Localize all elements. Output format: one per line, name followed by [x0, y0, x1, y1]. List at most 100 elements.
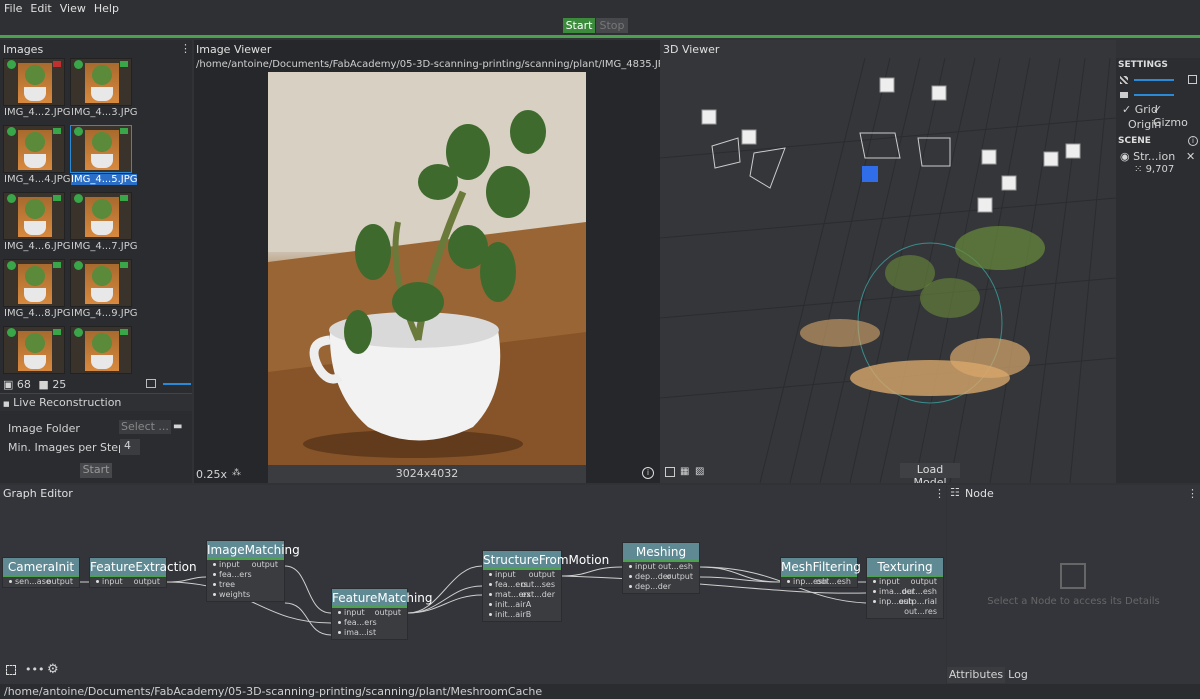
node-featureextraction[interactable]: FeatureExtraction input output	[89, 557, 197, 588]
gear-icon[interactable]: ⚙	[47, 662, 59, 677]
reconstructed-icon	[74, 127, 83, 136]
graph-editor-panel[interactable]: Graph Editor ⋮ CameraInit sen...ase outpu…	[0, 485, 946, 685]
port-label: dep...der	[635, 572, 671, 581]
start-button[interactable]: Start	[563, 18, 595, 33]
image-thumbnail[interactable]	[3, 192, 65, 240]
image-thumbnail[interactable]	[3, 326, 65, 374]
folder-icon[interactable]: ▬	[173, 421, 182, 432]
node-title: CameraInit	[3, 558, 79, 577]
image-thumbnail[interactable]	[3, 125, 65, 173]
reconstructed-icon	[74, 328, 83, 337]
menu-bar: File Edit View Help	[0, 0, 1200, 17]
camera-scale-slider[interactable]	[1134, 94, 1174, 96]
menu-view[interactable]: View	[56, 2, 90, 15]
tab-attributes[interactable]: Attributes	[947, 667, 1005, 683]
image-thumbnail[interactable]	[70, 58, 132, 106]
thumbnail-pot	[24, 288, 46, 302]
node-title: StructureFromMotion	[483, 551, 609, 570]
scene-item[interactable]: ◉ Str...ion	[1120, 150, 1175, 163]
fit-view-icon[interactable]	[1188, 75, 1197, 84]
node-title: Meshing	[623, 543, 699, 562]
min-images-spinbox[interactable]: 4	[120, 439, 140, 455]
port-label: output	[46, 577, 73, 586]
image-thumbnail[interactable]	[3, 259, 65, 307]
node-camerainit[interactable]: CameraInit sen...ase output	[2, 557, 80, 588]
node-structurefrommotion[interactable]: StructureFromMotion input output fea...er…	[482, 550, 609, 622]
node-panel-icon: ☷	[950, 486, 960, 499]
scene-info-icon[interactable]: i	[1188, 136, 1198, 146]
point-size-icon	[1120, 76, 1128, 84]
node-menu-icon[interactable]: ⋮	[1187, 487, 1198, 500]
status-bar: /home/antoine/Documents/FabAcademy/05-3D…	[0, 684, 1200, 699]
load-model-button[interactable]: Load Model	[900, 463, 960, 483]
image-viewer-title: Image Viewer	[196, 43, 272, 56]
port-label: fea...ers	[219, 570, 252, 579]
node-meshing[interactable]: Meshing input out...esh dep...der output d…	[622, 542, 700, 594]
image-folder-label: Image Folder	[8, 422, 80, 435]
image-count: 68	[16, 378, 31, 391]
thumbnail-pot	[24, 154, 46, 168]
fullscreen-icon[interactable]	[665, 467, 675, 477]
thumbnail-pot	[91, 154, 113, 168]
image-path: /home/antoine/Documents/FabAcademy/05-3D…	[196, 59, 672, 70]
image-thumbnail[interactable]	[70, 259, 132, 307]
node-meshfiltering[interactable]: MeshFiltering inp...esh out...esh	[780, 557, 861, 588]
port-label: output	[528, 570, 555, 579]
camera-scale-icon	[1120, 92, 1128, 98]
image-folder-input[interactable]: Select ...	[119, 420, 171, 434]
layout-icon[interactable]: •••	[25, 663, 44, 676]
viewer-3d-panel[interactable]: 3D Viewer Load Model ▦ ▨	[660, 40, 1116, 483]
settings-title: SETTINGS	[1118, 60, 1168, 70]
point-size-slider[interactable]	[1134, 79, 1174, 81]
live-start-button[interactable]: Start	[80, 463, 112, 478]
camera-status-icon	[120, 329, 128, 335]
camera-status-icon	[53, 329, 61, 335]
node-imagematching[interactable]: ImageMatching input output fea...ers tree…	[206, 540, 300, 602]
min-images-label: Min. Images per Step	[8, 441, 126, 454]
image-thumbnail[interactable]	[70, 192, 132, 240]
plant-photo	[268, 72, 586, 465]
image-thumbnail[interactable]	[70, 125, 132, 173]
port-label: out...ses	[521, 580, 555, 589]
metadata-icon[interactable]: ⁂	[232, 468, 241, 478]
live-reconstruction-header[interactable]: ■ Live Reconstruction	[0, 393, 192, 411]
node-featurematching[interactable]: FeatureMatching input output fea...ers im…	[331, 588, 433, 640]
camera-status-icon	[53, 61, 61, 67]
node-placeholder-text: Select a Node to access its Details	[987, 596, 1160, 607]
node-texturing[interactable]: Texturing input output ima...der out...esh…	[866, 557, 944, 619]
eye-icon[interactable]: ◉	[1120, 150, 1130, 163]
thumbnail-pot	[91, 87, 113, 101]
point-count: 9,707	[1145, 164, 1175, 175]
reconstructed-icon	[74, 261, 83, 270]
remove-icon[interactable]: ✕	[1186, 150, 1195, 163]
thumbnail-pot	[91, 221, 113, 235]
reconstructed-icon	[7, 60, 16, 69]
plant-illustration	[268, 72, 586, 465]
grid-view-icon[interactable]: ▦	[680, 466, 689, 477]
collapse-icon: ■	[3, 400, 10, 408]
image-gallery[interactable]: IMG_4...2.JPG IMG_4...3.JPG IMG_4...4.JPG I…	[0, 58, 192, 376]
port-label: fea...ers	[344, 618, 377, 627]
thumbnail-size-slider[interactable]	[163, 383, 191, 385]
node-title: ImageMatching	[207, 541, 300, 560]
tab-log[interactable]: Log	[1005, 667, 1031, 683]
images-panel: Images ⋮ IMG_4...2.JPG IMG_4...3.JPG IMG_4…	[0, 40, 192, 483]
zoom-level: 0.25x	[196, 468, 228, 481]
port-label: input	[495, 570, 516, 579]
fit-graph-icon[interactable]	[6, 665, 16, 675]
thumbnail-label: IMG_4...4.JPG	[4, 174, 71, 185]
hatch-icon[interactable]: ▨	[695, 466, 704, 477]
image-thumbnail[interactable]	[3, 58, 65, 106]
port-label: tree	[219, 580, 236, 589]
port-label: input	[102, 577, 123, 586]
origin-toggle[interactable]: Origin	[1128, 118, 1161, 131]
menu-file[interactable]: File	[0, 2, 26, 15]
menu-edit[interactable]: Edit	[26, 2, 55, 15]
port-label: out...res	[904, 607, 937, 616]
menu-help[interactable]: Help	[90, 2, 123, 15]
stop-button[interactable]: Stop	[596, 18, 628, 33]
info-icon[interactable]: i	[642, 467, 654, 479]
more-options-icon[interactable]: ⋮	[180, 42, 191, 55]
camera-status-icon	[53, 128, 61, 134]
image-thumbnail[interactable]	[70, 326, 132, 374]
